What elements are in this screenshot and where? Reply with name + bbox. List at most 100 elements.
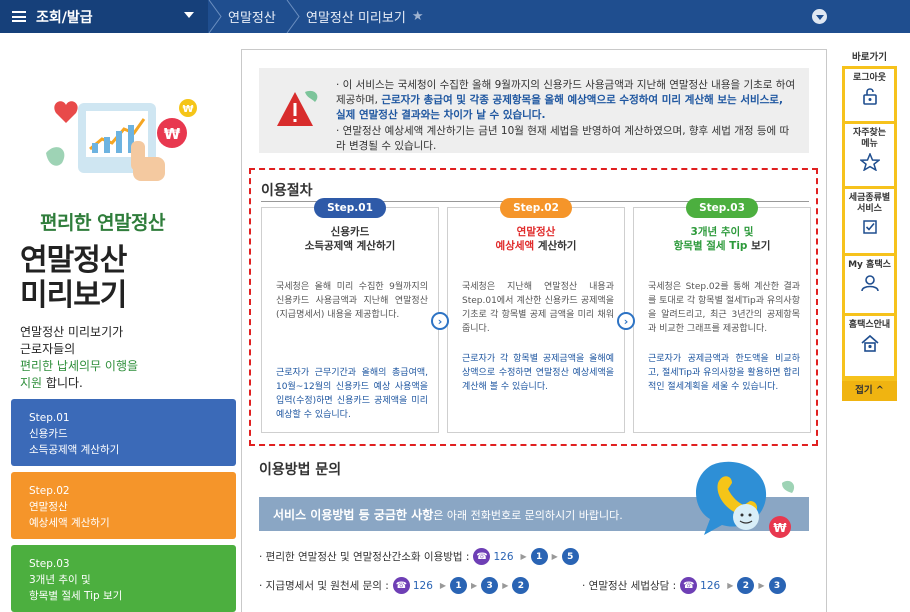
breadcrumb-label: 연말정산 — [228, 11, 276, 26]
step-title-text: 계산하기 — [534, 240, 577, 252]
procedure-step-02: Step.02 연말정산 예상세액 계산하기 국세청은 지난해 연말정산 내용과… — [447, 198, 625, 433]
step-02-button[interactable]: Step.02 연말정산 예상세액 계산하기 — [11, 472, 236, 539]
inquiry-row-label: · 편리한 연말정산 및 연말정산간소화 이용방법 : — [259, 551, 470, 563]
notice-paragraph: · 이 서비스는 국세청이 수집한 올해 9월까지의 신용카드 사용금액과 지난… — [336, 78, 796, 123]
page-title-line: 연말정산 — [20, 243, 127, 278]
step-user-guide: 근로자가 공제금액과 한도액을 비교하고, 절세Tip과 유의사항을 활용하면 … — [648, 354, 800, 392]
procedure-step-01: Step.01 신용카드 소득공제액 계산하기 국세청은 올해 미리 수집한 9… — [261, 198, 439, 433]
inquiry-row-withholding: · 지급명세서 및 원천세 문의 : ☎ 126 ▶ 1 ▶ 3 ▶ 2 — [259, 577, 530, 594]
quick-my-hometax-button[interactable]: My 홈택스 — [845, 256, 894, 313]
menu-number-badge: 5 — [561, 548, 579, 565]
step-title: 연말정산 예상세액 계산하기 — [448, 225, 624, 253]
quick-item-label-line: 메뉴 — [861, 139, 878, 149]
step-card-line: Step.01 — [29, 412, 70, 424]
chevron-right-icon: ▶ — [471, 581, 478, 590]
phone-icon: ☎ — [680, 577, 698, 594]
step-description: 국세청은 올해 미리 수집한 9월까지의 신용카드 사용금액과 지난해 연말정산… — [276, 282, 428, 320]
step-title: 신용카드 소득공제액 계산하기 — [262, 225, 438, 253]
svg-text:₩: ₩ — [164, 125, 181, 143]
user-icon — [860, 275, 879, 292]
quick-item-label-line: 자주찾는 — [852, 128, 887, 138]
quick-menu-collapse-button[interactable]: 접기 ^ — [842, 381, 897, 401]
top-navigation-bar: 조회/발급 연말정산 연말정산 미리보기 ★ — [0, 0, 910, 33]
phone-chat-illustration: ₩ — [696, 461, 795, 538]
intro-description: 연말정산 미리보기가 근로자들의 편리한 납세의무 이행을 지원 합니다. — [20, 324, 138, 392]
quick-hometax-guide-button[interactable]: 홈택스안내 — [845, 316, 894, 376]
step-badge: Step.01 — [314, 198, 386, 218]
step-title-text: 보기 — [747, 240, 771, 252]
quick-favorites-button[interactable]: 자주찾는 메뉴 — [845, 124, 894, 186]
desc-text: 합니다. — [42, 376, 83, 390]
chevron-right-icon: ▶ — [758, 581, 765, 590]
checkbox-icon — [862, 220, 877, 234]
quick-item-label-line: 서비스 — [857, 204, 882, 214]
inquiry-title: 이용방법 문의 — [259, 462, 342, 478]
chevron-right-icon: ▶ — [502, 581, 509, 590]
breadcrumb-separator-icon — [208, 0, 222, 33]
step-card-line: 항목별 절세 Tip 보기 — [29, 590, 123, 602]
step-card-line: 신용카드 — [29, 428, 68, 440]
menu-number-badge: 1 — [450, 577, 468, 594]
breadcrumb-item-preview[interactable]: 연말정산 미리보기 ★ — [306, 0, 423, 33]
breadcrumb-label: 연말정산 미리보기 — [306, 11, 406, 26]
inquiry-row-label: · 연말정산 세법상담 : — [582, 580, 677, 592]
hamburger-icon — [12, 11, 26, 22]
menu-number-badge: 3 — [481, 577, 499, 594]
caret-down-icon — [184, 12, 194, 18]
desc-highlight: 지원 — [20, 376, 43, 390]
step-title-line: 항목별 절세 Tip 보기 — [634, 239, 810, 253]
quick-tax-type-button[interactable]: 세금종류별 서비스 — [845, 189, 894, 253]
step-description: 국세청은 Step.02를 통해 계산한 결과를 토대로 각 항목별 절세Tip… — [648, 282, 800, 334]
menu-number-badge: 2 — [512, 577, 530, 594]
inquiry-banner-text: 서비스 이용방법 등 궁금한 사항은 아래 전화번호로 문의하시기 바랍니다. — [273, 506, 623, 523]
yearend-illustration: ₩ ₩ — [46, 99, 197, 181]
main-menu-dropdown[interactable]: 조회/발급 — [0, 0, 208, 33]
step-card-line: 예상세액 계산하기 — [29, 517, 110, 529]
notice-box: · 이 서비스는 국세청이 수집한 올해 9월까지의 신용카드 사용금액과 지난… — [259, 68, 809, 153]
lock-icon — [862, 88, 877, 105]
page-title: 연말정산 미리보기 — [20, 243, 127, 313]
step-title-line: 신용카드 — [330, 226, 370, 238]
main-content: · 이 서비스는 국세청이 수집한 올해 9월까지의 신용카드 사용금액과 지난… — [241, 49, 827, 612]
step-03-button[interactable]: Step.03 3개년 추이 및 항목별 절세 Tip 보기 — [11, 545, 236, 612]
favorite-star-icon[interactable]: ★ — [412, 9, 424, 24]
desc-line: 연말정산 미리보기가 — [20, 325, 124, 339]
step-card-line: 연말정산 — [29, 501, 68, 513]
procedure-section: 이용절차 Step.01 신용카드 소득공제액 계산하기 국세청은 올해 미리 … — [249, 168, 818, 446]
menu-number-badge: 2 — [737, 577, 755, 594]
step-badge: Step.02 — [500, 198, 572, 218]
chevron-right-icon: ▶ — [439, 581, 447, 590]
step-title: 3개년 추이 및 항목별 절세 Tip 보기 — [634, 225, 810, 253]
procedure-title: 이용절차 — [261, 183, 313, 199]
next-arrow-icon: › — [617, 312, 635, 330]
quick-logout-button[interactable]: 로그아웃 — [845, 69, 894, 121]
star-icon — [859, 153, 880, 171]
phone-number: 126 — [700, 579, 721, 592]
step-description: 국세청은 지난해 연말정산 내용과 Step.01에서 계산한 신용카드 공제액… — [462, 282, 614, 334]
step-01-button[interactable]: Step.01 신용카드 소득공제액 계산하기 — [11, 399, 236, 466]
step-title-line: 연말정산 — [516, 226, 556, 238]
quick-menu-list: 로그아웃 자주찾는 메뉴 세금종류별 서비스 My 홈택스 홈택스안내 접기 ^ — [842, 66, 897, 401]
step-user-guide: 근로자가 각 항목별 공제금액을 올해예상액으로 수정하면 연말정산 예상세액을… — [462, 354, 614, 392]
step-title-highlight: 예상세액 — [495, 240, 535, 252]
step-card-line: Step.03 — [29, 558, 70, 570]
quick-menu: 바로가기 로그아웃 자주찾는 메뉴 세금종류별 서비스 My 홈택스 홈택스안내… — [842, 49, 897, 401]
quick-item-label-line: 세금종류별 — [848, 193, 891, 203]
quick-item-label: 세금종류별 서비스 — [845, 189, 894, 215]
desc-line: 근로자들의 — [20, 342, 76, 356]
home-guide-icon — [860, 334, 879, 352]
next-arrow-icon: › — [431, 312, 449, 330]
step-title-line: 3개년 추이 및 — [690, 226, 754, 238]
breadcrumb-item-yearend[interactable]: 연말정산 — [228, 0, 276, 33]
step-title-highlight: 항목별 절세 Tip — [673, 240, 748, 252]
phone-number: 126 — [493, 550, 514, 563]
step-title-line: 예상세액 계산하기 — [448, 239, 624, 253]
notice-paragraph: · 연말정산 예상세액 계산하기는 금년 10월 현재 세법을 반영하여 계산하… — [336, 125, 790, 152]
expand-menu-icon[interactable] — [812, 9, 827, 24]
step-card-line: Step.02 — [29, 485, 70, 497]
menu-number-badge: 3 — [768, 577, 786, 594]
desc-line-highlight: 편리한 납세의무 이행을 — [20, 359, 139, 373]
step-card-line: 3개년 추이 및 — [29, 574, 91, 586]
chevron-right-icon: ▶ — [520, 552, 527, 561]
notice-text: · 이 서비스는 국세청이 수집한 올해 9월까지의 신용카드 사용금액과 지난… — [336, 78, 796, 154]
